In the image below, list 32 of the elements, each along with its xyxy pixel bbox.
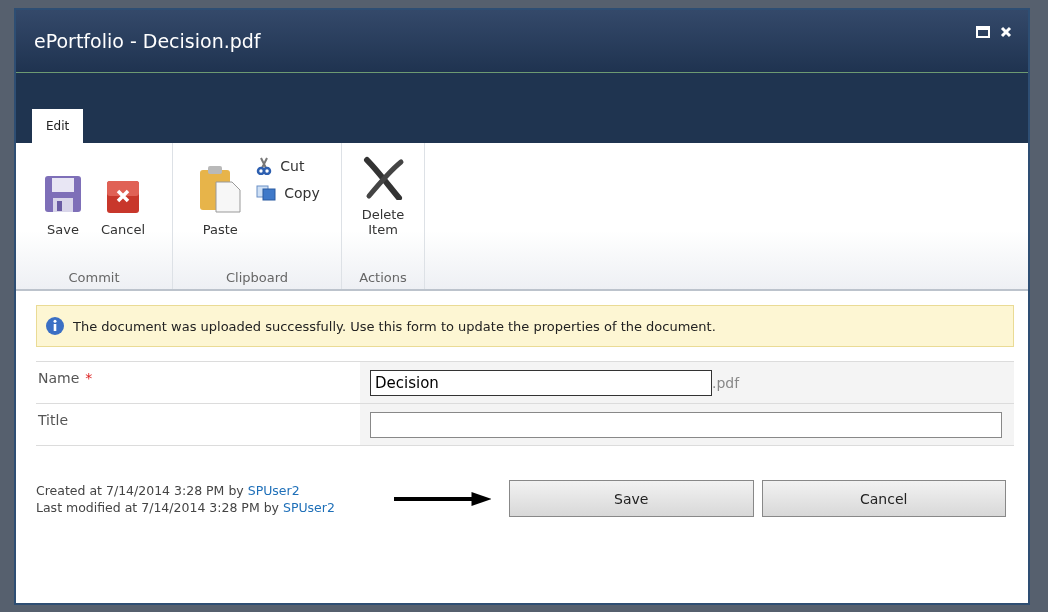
window-title: ePortfolio - Decision.pdf [34, 30, 261, 52]
info-message: The document was uploaded successfully. Use this form to update the properties of the document. [73, 318, 716, 334]
cancel-button[interactable]: Cancel [761, 480, 1006, 517]
required-mark: * [85, 370, 93, 386]
group-label: Actions [358, 270, 408, 285]
field-label: Name [38, 370, 80, 386]
ribbon-tab[interactable]: Edit [32, 109, 84, 143]
delete-item-button[interactable]: Delete Item [350, 151, 416, 241]
field-label: Title [38, 412, 68, 428]
close-icon [106, 180, 140, 214]
user-link[interactable]: SPUser2 [247, 482, 300, 498]
cancel-button[interactable]: Cancel [94, 151, 151, 241]
modified-info: Last modified at 7/14/2014 3:28 PM by SPUser2 [36, 499, 336, 515]
user-link[interactable]: SPUser2 [282, 499, 335, 515]
paste-button[interactable]: Paste [192, 151, 249, 241]
copy-button[interactable]: Copy [254, 183, 322, 203]
cut-button[interactable]: Cut [254, 155, 322, 177]
close-icon[interactable] [1000, 26, 1012, 38]
maximize-icon[interactable] [976, 26, 990, 38]
save-button[interactable]: Save [509, 480, 754, 517]
clipboard-icon [198, 164, 243, 214]
text-field[interactable]: Decision [370, 369, 712, 396]
info-icon [45, 316, 65, 336]
copy-icon [256, 185, 277, 201]
text-field[interactable] [370, 411, 1002, 438]
group-label: Commit [67, 270, 121, 285]
save-button[interactable]: Save [36, 151, 89, 241]
file-extension: .pdf [712, 374, 740, 391]
cross-icon [361, 156, 405, 201]
created-info: Created at 7/14/2014 3:28 PM by SPUser2 [36, 482, 301, 498]
group-label: Clipboard [224, 270, 290, 285]
scissors-icon [256, 157, 273, 175]
